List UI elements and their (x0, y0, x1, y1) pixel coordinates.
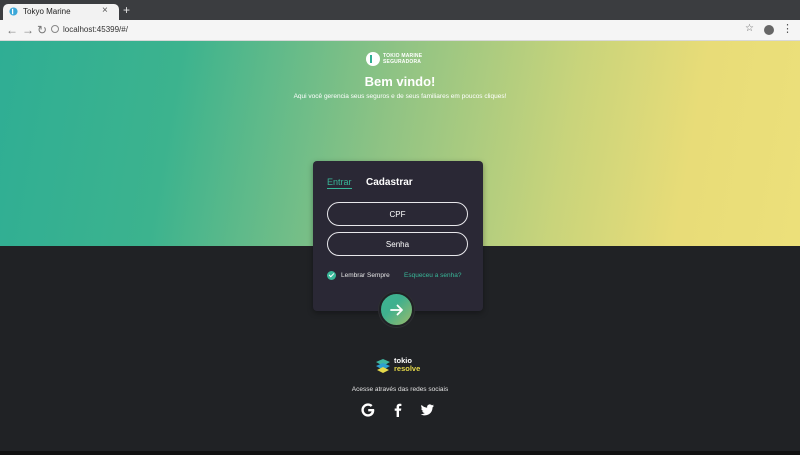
tab-login[interactable]: Entrar (327, 177, 352, 189)
browser-toolbar: ← → ↻ localhost:45399/#/ ☆ ⋮ (0, 20, 800, 41)
tab-title: Tokyo Marine (23, 7, 71, 16)
favicon-icon (9, 7, 18, 16)
logo-line-2: SEGURADORA (383, 59, 422, 65)
back-icon[interactable]: ← (6, 23, 18, 37)
login-submit-button[interactable] (379, 292, 414, 327)
arrow-right-icon (390, 304, 403, 316)
welcome-subtitle: Aqui você gerencia seus seguros e de seu… (293, 93, 507, 100)
window-bottom-edge (0, 451, 800, 455)
forward-icon[interactable]: → (22, 23, 34, 37)
tokio-resolve-emblem-icon (376, 359, 390, 373)
social-login-text: Acesse através das redes sociais (351, 386, 449, 393)
reload-icon[interactable]: ↻ (37, 23, 47, 37)
cpf-input[interactable] (327, 202, 468, 226)
remember-me-label: Lembrar Sempre (341, 272, 390, 279)
tokio-resolve-logo: tokio resolve (374, 356, 424, 376)
address-bar[interactable]: localhost:45399/#/ (51, 25, 128, 34)
forgot-password-link[interactable]: Esqueceu a senha? (404, 272, 461, 279)
google-icon[interactable] (360, 402, 376, 418)
login-card: Entrar Cadastrar Lembrar Sempre Esqueceu… (313, 161, 483, 311)
browser-menu-icon[interactable]: ⋮ (782, 23, 793, 35)
info-icon[interactable] (51, 25, 59, 33)
new-tab-button[interactable]: + (123, 4, 130, 16)
close-tab-icon[interactable]: × (102, 5, 108, 16)
page: TOKIO MARINE SEGURADORA Bem vindo! Aqui … (0, 41, 800, 451)
tab-register[interactable]: Cadastrar (366, 177, 413, 188)
password-input[interactable] (327, 232, 468, 256)
browser-tab-strip: Tokyo Marine × + (0, 0, 800, 20)
twitter-icon[interactable] (419, 402, 435, 418)
bookmark-star-icon[interactable]: ☆ (745, 23, 754, 34)
browser-tab[interactable]: Tokyo Marine × (3, 4, 119, 20)
url-text: localhost:45399/#/ (63, 25, 128, 34)
facebook-icon[interactable] (390, 402, 406, 418)
checkmark-icon[interactable] (327, 271, 336, 280)
screen: Tokyo Marine × + ← → ↻ localhost:45399/#… (0, 0, 800, 455)
tokio-marine-emblem-icon (366, 52, 380, 66)
profile-icon[interactable] (764, 25, 774, 35)
brand-line-2: resolve (394, 364, 421, 373)
welcome-heading: Bem vindo! (364, 74, 436, 89)
